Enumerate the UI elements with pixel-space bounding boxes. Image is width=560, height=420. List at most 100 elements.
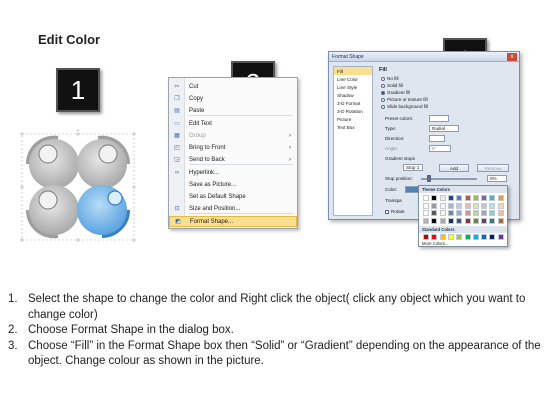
radio-icon[interactable] [381, 90, 385, 95]
standard-color-swatch[interactable] [423, 234, 429, 240]
standard-color-swatch[interactable] [431, 234, 438, 240]
color-swatch[interactable] [456, 210, 463, 216]
color-swatch[interactable] [464, 202, 471, 209]
menu-item[interactable]: ▦ Group › [169, 130, 297, 141]
more-colors-link[interactable]: More Colors... [422, 241, 448, 246]
color-swatch[interactable] [481, 210, 488, 216]
add-stop-button[interactable]: Add [439, 164, 469, 172]
menu-item[interactable]: ▭ Edit Text [169, 118, 297, 129]
standard-color-swatch[interactable] [447, 234, 454, 240]
standard-color-swatch[interactable] [497, 234, 504, 240]
color-swatch[interactable] [497, 195, 504, 201]
four-circles-shape[interactable] [18, 127, 138, 245]
menu-item[interactable]: ∞ Hyperlink... [169, 167, 297, 178]
nav-item[interactable]: Line Style [334, 83, 372, 91]
instruction-steps: 1. Select the shape to change the color … [8, 292, 553, 370]
radio-icon[interactable] [381, 76, 385, 81]
color-swatch[interactable] [447, 202, 454, 209]
color-swatch[interactable] [423, 210, 429, 216]
fill-option[interactable]: No fill [381, 76, 399, 81]
color-swatch[interactable] [447, 210, 454, 216]
step-text: Select the shape to change the color and… [28, 293, 526, 321]
type-dropdown[interactable]: Radial [429, 125, 459, 132]
standard-color-swatch[interactable] [456, 234, 463, 240]
color-swatch[interactable] [423, 195, 429, 201]
nav-item[interactable]: Line Color [334, 75, 372, 83]
color-swatch[interactable] [456, 195, 463, 201]
color-swatch[interactable] [439, 202, 446, 209]
color-swatch[interactable] [439, 195, 446, 201]
color-swatch[interactable] [431, 202, 438, 209]
rotate-check-box[interactable] [385, 209, 389, 214]
color-swatch[interactable] [464, 210, 471, 216]
nav-item[interactable]: Fill [334, 67, 372, 75]
color-swatch[interactable] [447, 217, 454, 224]
color-swatch[interactable] [439, 217, 446, 224]
color-swatch[interactable] [489, 210, 496, 216]
color-button[interactable] [405, 186, 419, 193]
menu-item[interactable]: Set as Default Shape [169, 191, 297, 202]
radio-icon[interactable] [381, 97, 385, 102]
menu-item[interactable]: ◩ Format Shape... [169, 216, 297, 227]
stop-position-thumb[interactable] [427, 175, 431, 182]
close-icon[interactable]: x [507, 53, 517, 61]
color-swatch[interactable] [456, 217, 463, 224]
menu-item-label: Save as Picture... [189, 181, 237, 188]
fill-option[interactable]: Gradient fill [381, 90, 410, 95]
color-swatch[interactable] [423, 217, 429, 224]
nav-item[interactable]: 3-D Format [334, 99, 372, 107]
fill-option[interactable]: Picture or texture fill [381, 97, 428, 102]
color-swatch[interactable] [464, 217, 471, 224]
angle-field[interactable]: 0° [429, 145, 451, 152]
color-swatch[interactable] [472, 195, 479, 201]
menu-item-label: Size and Position... [189, 205, 241, 212]
nav-item[interactable]: Shadow [334, 91, 372, 99]
color-swatch[interactable] [472, 202, 479, 209]
nav-item[interactable]: Picture [334, 115, 372, 123]
color-swatch[interactable] [481, 202, 488, 209]
color-swatch[interactable] [489, 217, 496, 224]
standard-color-swatch[interactable] [481, 234, 488, 240]
standard-color-swatch[interactable] [472, 234, 479, 240]
color-swatch[interactable] [472, 210, 479, 216]
color-swatch[interactable] [464, 195, 471, 201]
color-swatch[interactable] [423, 202, 429, 209]
standard-color-swatch[interactable] [464, 234, 471, 240]
fill-option[interactable]: Slide background fill [381, 104, 428, 109]
color-swatch[interactable] [431, 210, 438, 216]
color-swatch[interactable] [489, 195, 496, 201]
menu-item[interactable]: ▤ Paste [169, 105, 297, 116]
shape-group[interactable] [18, 127, 138, 245]
rotate-checkbox[interactable]: Rotate [385, 209, 405, 214]
color-swatch[interactable] [481, 195, 488, 201]
color-swatch[interactable] [497, 202, 504, 209]
stop-dropdown[interactable]: Stop 1 [403, 164, 423, 171]
menu-item[interactable]: Save as Picture... [169, 179, 297, 190]
color-swatch[interactable] [431, 195, 438, 201]
menu-item[interactable]: ❐ Copy [169, 93, 297, 104]
color-swatch[interactable] [489, 202, 496, 209]
nav-item[interactable]: 3-D Rotation [334, 107, 372, 115]
menu-item[interactable]: ✂ Cut [169, 81, 297, 92]
color-swatch[interactable] [447, 195, 454, 201]
color-swatch[interactable] [456, 202, 463, 209]
stop-position-field[interactable]: 0% [487, 175, 507, 182]
menu-item[interactable]: ⊡ Size and Position... [169, 203, 297, 214]
color-swatch[interactable] [497, 217, 504, 224]
remove-stop-button[interactable]: Remove [477, 164, 509, 172]
standard-color-swatch[interactable] [489, 234, 496, 240]
color-swatch[interactable] [431, 217, 438, 224]
color-swatch[interactable] [472, 217, 479, 224]
menu-item[interactable]: ◰ Bring to Front › [169, 142, 297, 153]
standard-color-swatch[interactable] [439, 234, 446, 240]
radio-icon[interactable] [381, 104, 385, 109]
preset-colors-dropdown[interactable] [429, 115, 449, 122]
fill-option[interactable]: Solid fill [381, 83, 403, 88]
color-swatch[interactable] [497, 210, 504, 216]
color-swatch[interactable] [439, 210, 446, 216]
color-swatch[interactable] [481, 217, 488, 224]
menu-item[interactable]: ◲ Send to Back › [169, 154, 297, 165]
direction-dropdown[interactable] [429, 135, 445, 142]
radio-icon[interactable] [381, 83, 385, 88]
nav-item[interactable]: Text Box [334, 123, 372, 131]
